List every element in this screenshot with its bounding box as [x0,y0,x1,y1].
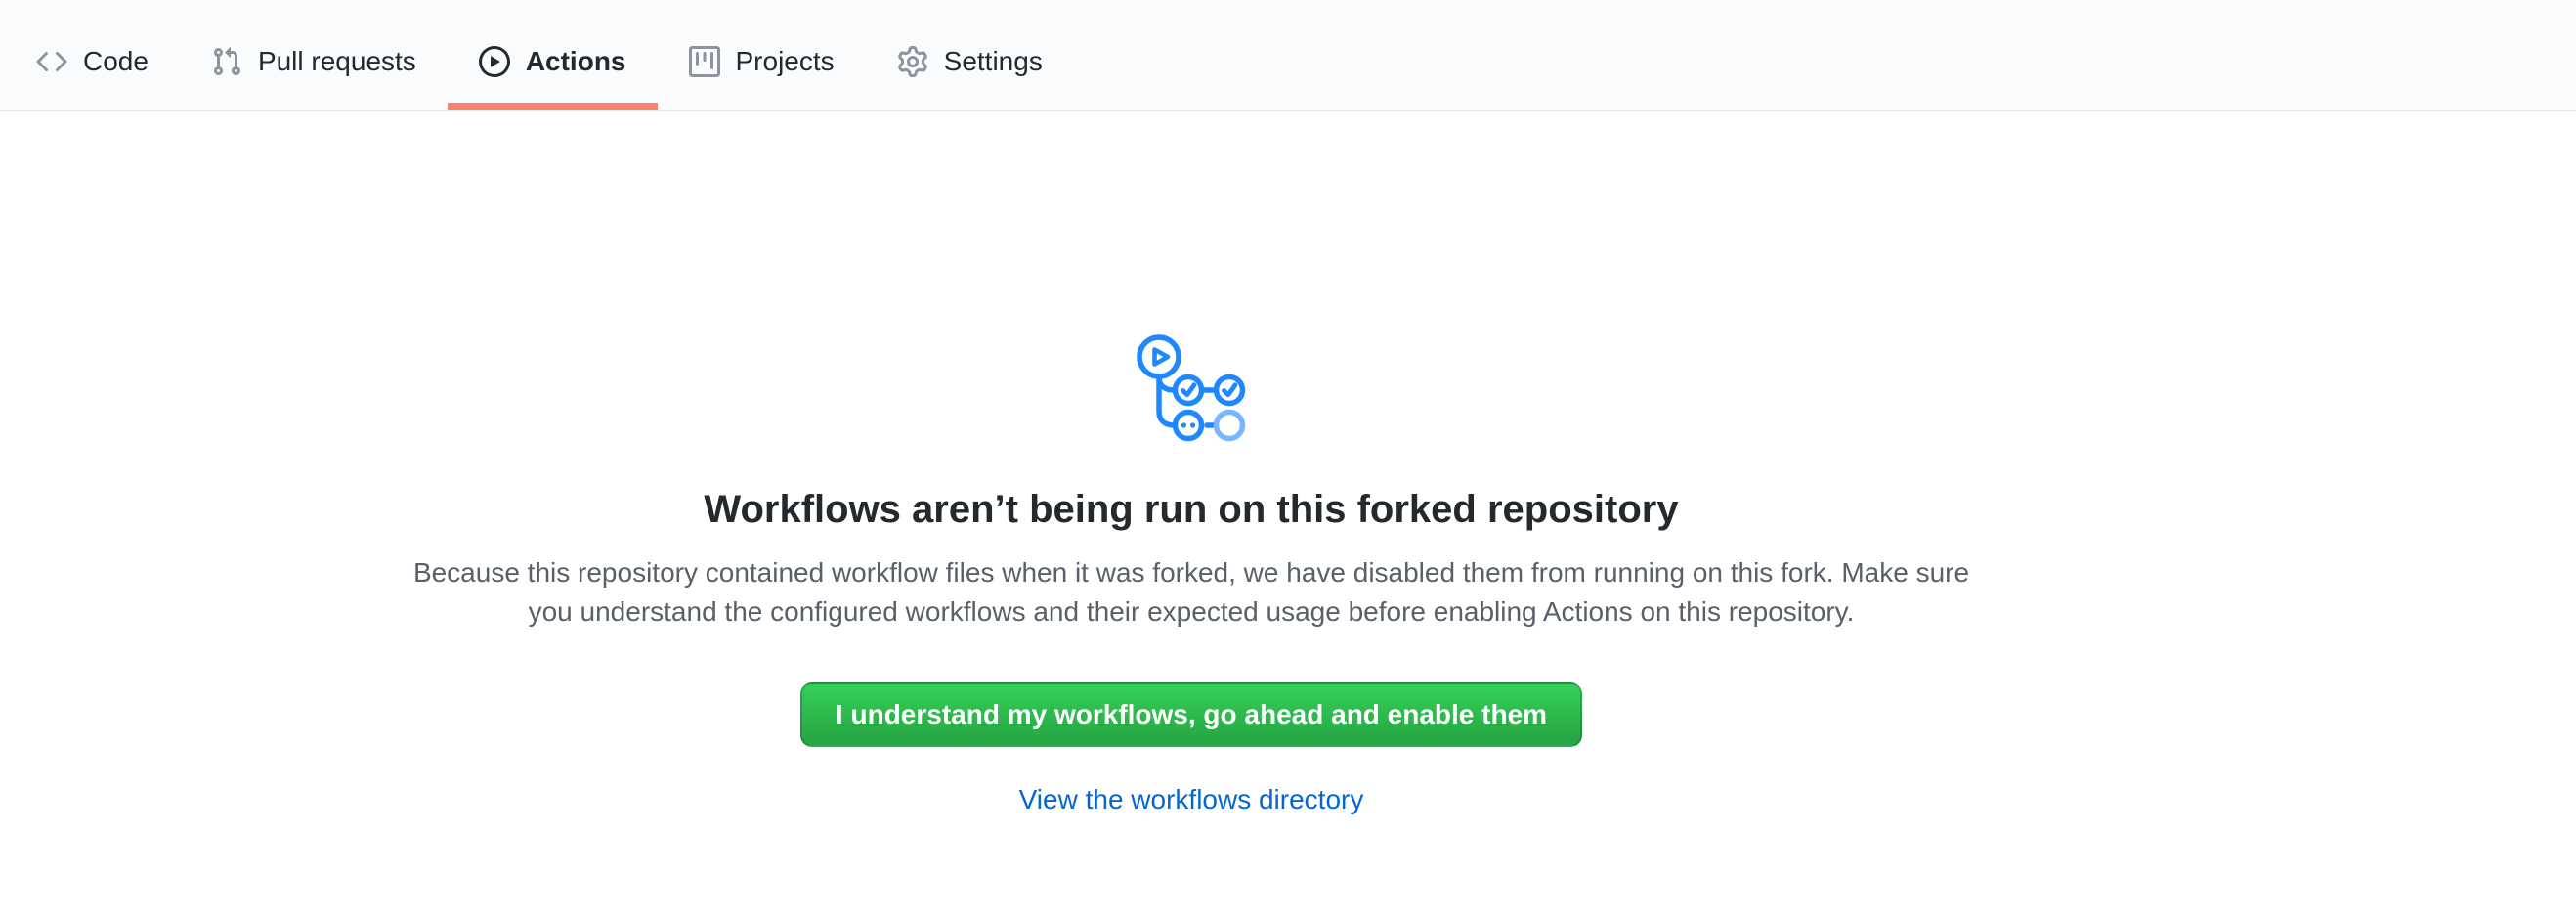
tab-code[interactable]: Code [5,14,180,110]
page-title: Workflows aren’t being run on this forke… [0,485,2383,534]
view-workflows-directory-link[interactable]: View the workflows directory [1019,784,1364,814]
tab-pull-requests[interactable]: Pull requests [180,14,448,110]
code-icon [36,46,67,77]
tab-settings-label: Settings [944,48,1043,75]
tab-actions-label: Actions [526,48,626,75]
blankslate: Workflows aren’t being run on this forke… [0,332,2383,824]
tab-projects-label: Projects [736,48,835,75]
tab-pull-requests-label: Pull requests [258,48,416,75]
pull-request-icon [211,46,242,77]
workflows-link-row: View the workflows directory [0,780,2383,824]
workflow-graph-icon [0,332,2383,442]
tab-code-label: Code [83,48,149,75]
repo-tab-bar: Code Pull requests Actions Projects Sett… [0,0,2576,111]
gear-icon [897,46,928,77]
tab-projects[interactable]: Projects [658,14,866,110]
page-description: Because this repository contained workfl… [390,553,1993,632]
enable-button-row: I understand my workflows, go ahead and … [0,632,2383,747]
enable-workflows-button[interactable]: I understand my workflows, go ahead and … [800,682,1582,747]
play-icon [479,46,510,77]
tab-actions[interactable]: Actions [448,14,658,110]
tab-settings[interactable]: Settings [866,14,1074,110]
project-icon [689,46,720,77]
actions-disabled-page: Workflows aren’t being run on this forke… [0,332,2383,824]
